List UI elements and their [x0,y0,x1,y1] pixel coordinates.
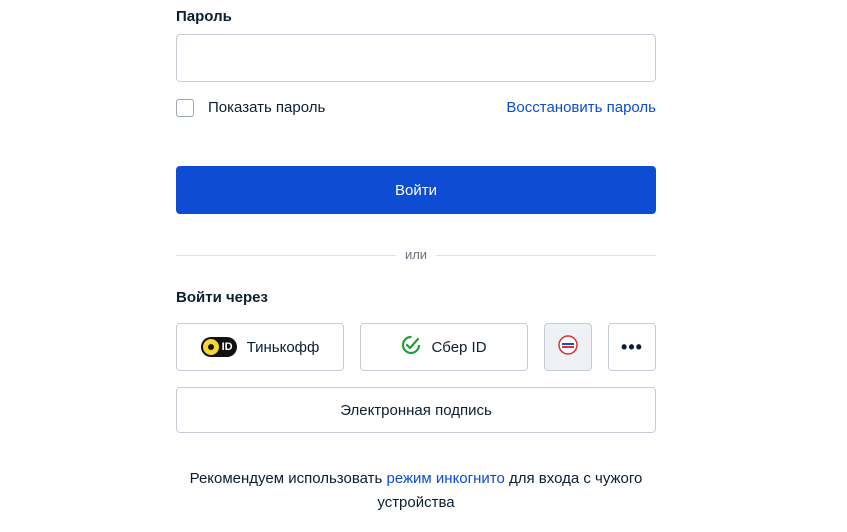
gosuslugi-icon [557,334,579,360]
password-label: Пароль [176,8,232,25]
login-via-title: Войти через [176,289,268,306]
more-icon: ••• [621,337,643,357]
tinkoff-login-button[interactable]: ID Тинькофф [176,323,344,371]
sber-id-label: Сбер ID [431,338,487,356]
login-button[interactable]: Войти [176,166,656,214]
sber-icon [401,335,421,359]
tinkoff-id-icon: ID [200,337,237,357]
password-input[interactable] [176,34,656,82]
show-password-checkbox[interactable] [176,99,194,117]
recommendation-text-before: Рекомендуем использовать [189,470,387,487]
tinkoff-label: Тинькофф [246,338,320,356]
restore-password-link[interactable]: Восстановить пароль [506,99,656,116]
password-options: Показать пароль Восстановить пароль [176,97,656,121]
incognito-recommendation: Рекомендуем использовать режим инкогнито… [166,467,666,515]
show-password-label[interactable]: Показать пароль [208,99,325,116]
more-options-button[interactable]: ••• [608,323,656,371]
electronic-signature-button[interactable]: Электронная подпись [176,387,656,433]
sber-id-login-button[interactable]: Сбер ID [360,323,528,371]
divider-line-right [436,255,656,256]
or-divider: или [176,247,656,265]
gosuslugi-login-button[interactable] [544,323,592,371]
incognito-link[interactable]: режим инкогнито [387,470,505,487]
tinkoff-id-badge-text: ID [221,341,233,353]
